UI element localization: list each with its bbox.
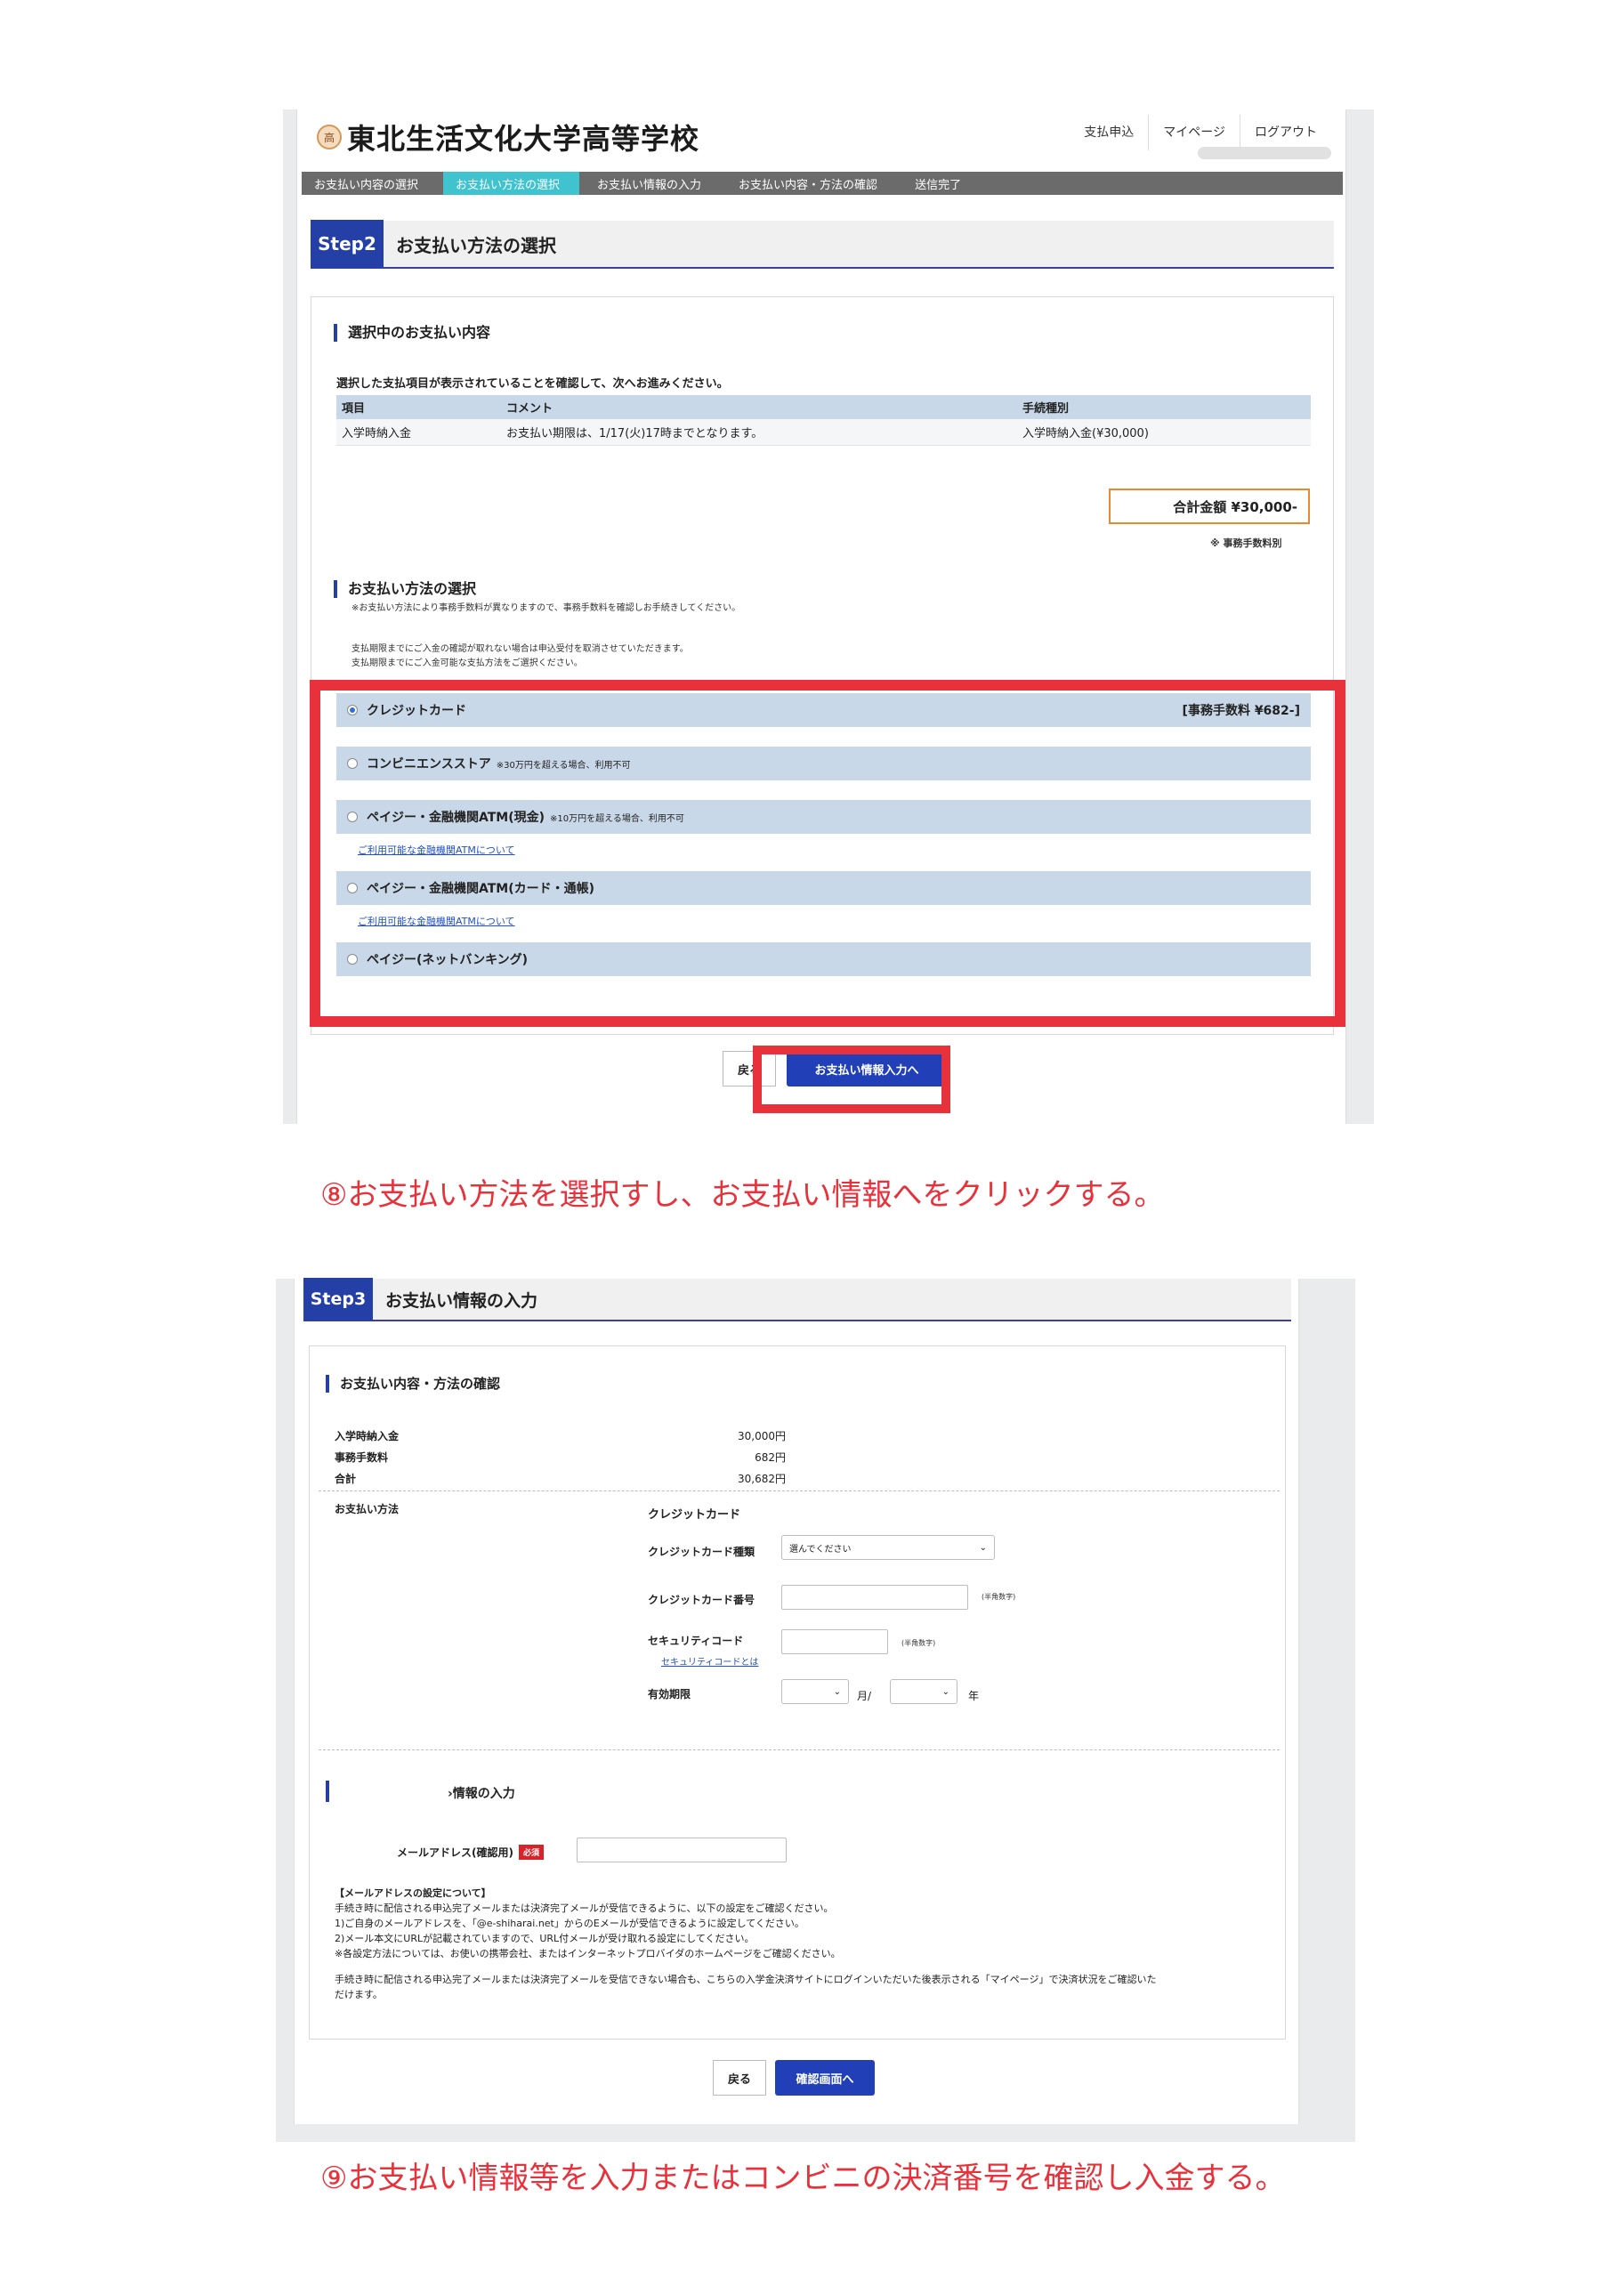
th-item: 項目	[336, 395, 501, 419]
caption-step-9: ⑨お支払い情報等を入力またはコンビニの決済番号を確認し入金する。	[320, 2161, 1286, 2196]
confirm-section-title: お支払い内容・方法の確認	[326, 1375, 500, 1393]
step-header: Step3 お支払い情報の入力	[303, 1278, 1291, 1321]
note-line	[335, 1961, 1278, 1972]
breadcrumb: お支払い内容の選択 お支払い方法の選択 お支払い情報の入力 お支払い内容・方法の…	[302, 172, 1343, 195]
school-logo: 高	[317, 125, 342, 149]
step-title: お支払い情報の入力	[385, 1290, 538, 1311]
method-note-2: 支払期限までにご入金の確認が取れない場合は申込受付を取消させていただきます。	[351, 644, 689, 654]
chevron-down-icon: ⌄	[979, 1542, 987, 1553]
step-badge: Step3	[303, 1278, 373, 1321]
step-title: お支払い方法の選択	[396, 234, 556, 256]
security-code-link[interactable]: セキュリティコードとは	[661, 1654, 758, 1668]
divider	[319, 1490, 1280, 1491]
chevron-down-icon: ⌄	[833, 1686, 841, 1697]
crumb-confirm: お支払い内容・方法の確認	[726, 172, 898, 195]
select-value: 選んでください	[789, 1544, 852, 1555]
chevron-down-icon: ⌄	[941, 1686, 949, 1697]
card-type-label: クレジットカード種類	[648, 1546, 755, 1558]
to-confirm-button[interactable]: 確認画面へ	[775, 2060, 875, 2096]
note-line: 手続き時に配信される申込完了メールまたは決済完了メールを受信できない場合も、こち…	[335, 1974, 1157, 1985]
user-info-blurred	[1198, 147, 1331, 159]
email-label: メールアドレス(確認用)	[397, 1846, 513, 1859]
expiry-year-select[interactable]: ⌄	[890, 1679, 957, 1704]
line-value-3: 30,682円	[738, 1473, 786, 1485]
line-label-3: 合計	[335, 1473, 357, 1485]
nav-mypage[interactable]: マイページ	[1148, 115, 1240, 150]
step-header: Step2 お支払い方法の選択	[311, 220, 1334, 269]
screenshot-step3: Step3 お支払い情報の入力 お支払い内容・方法の確認 入学時納入金 30,0…	[276, 1278, 1355, 2142]
back-button[interactable]: 戻る	[713, 2060, 766, 2096]
security-code-hint: (半角数字)	[901, 1639, 936, 1647]
note-line: 1)ご自身のメールアドレスを、「@e-shiharai.net」からのEメールが…	[335, 1918, 804, 1929]
highlight-payment-methods	[310, 680, 1345, 1027]
selected-items-table: 項目 コメント 手続種別 入学時納入金 お支払い期限は、1/17(火)17時まで…	[336, 395, 1311, 446]
method-value: クレジットカード	[648, 1508, 741, 1522]
th-type: 手続種別	[1017, 395, 1311, 419]
year-unit: 年	[968, 1690, 980, 1702]
step-badge: Step2	[311, 220, 384, 268]
content-box: お支払い内容・方法の確認 入学時納入金 30,000円 事務手数料 682円 合…	[309, 1345, 1286, 2040]
nav-payment-apply[interactable]: 支払申込	[1070, 115, 1148, 150]
crumb-input-info: お支払い情報の入力	[585, 172, 722, 195]
cell-comment: お支払い期限は、1/17(火)17時までとなります。	[501, 419, 1017, 446]
highlight-next-button	[753, 1046, 950, 1113]
total-amount: 合計金額 ¥30,000-	[1109, 489, 1310, 524]
crumb-select-method: お支払い方法の選択	[443, 172, 580, 195]
required-badge: 必須	[518, 1845, 544, 1860]
note-line: だけます。	[335, 1989, 383, 2000]
selected-instruction: 選択した支払項目が表示されていることを確認して、次へお進みください。	[336, 377, 729, 391]
card-number-label: クレジットカード番号	[648, 1594, 755, 1606]
line-value-2: 682円	[755, 1451, 786, 1464]
security-code-input[interactable]	[781, 1629, 888, 1654]
expiry-month-select[interactable]: ⌄	[781, 1679, 849, 1704]
card-type-select[interactable]: 選んでください ⌄	[781, 1535, 995, 1560]
table-row: 入学時納入金 お支払い期限は、1/17(火)17時までとなります。 入学時納入金…	[336, 419, 1311, 446]
info-section-bar	[326, 1781, 329, 1802]
card-number-input[interactable]	[781, 1585, 968, 1610]
method-note-3: 支払期限までにご入金可能な支払方法をご選択ください。	[351, 658, 583, 668]
method-note-1: ※お支払い方法により事務手数料が異なりますので、事務手数料を確認しお手続きしてく…	[351, 603, 741, 613]
screenshot-step2: 高 東北生活文化大学高等学校 支払申込 マイページ ログアウト お支払い内容の選…	[283, 109, 1374, 1124]
site-header: 高 東北生活文化大学高等学校 支払申込 マイページ ログアウト	[317, 115, 1331, 159]
page-panel: Step3 お支払い情報の入力 お支払い内容・方法の確認 入学時納入金 30,0…	[294, 1278, 1299, 2124]
card-number-hint: (半角数字)	[982, 1593, 1016, 1601]
line-value-1: 30,000円	[738, 1430, 786, 1442]
school-name: 東北生活文化大学高等学校	[347, 122, 700, 156]
cell-type: 入学時納入金(¥30,000)	[1017, 419, 1311, 446]
method-label: お支払い方法	[335, 1503, 400, 1515]
email-settings-notes: 【メールアドレスの設定について】 手続き時に配信される申込完了メールまたは決済完…	[335, 1886, 1278, 2002]
note-line: ※各設定方法については、お使いの携帯会社、またはインターネットプロバイダのホーム…	[335, 1948, 841, 1959]
line-label-2: 事務手数料	[335, 1451, 389, 1464]
th-comment: コメント	[501, 395, 1017, 419]
expiry-label: 有効期限	[648, 1688, 691, 1700]
caption-step-8: ⑧お支払い方法を選択すし、お支払い情報へをクリックする。	[320, 1177, 1165, 1213]
email-label-wrap: メールアドレス(確認用) 必須	[397, 1845, 544, 1860]
crumb-select-content: お支払い内容の選択	[302, 172, 439, 195]
fee-note: ※ 事務手数料別	[1210, 537, 1282, 549]
crumb-complete: 送信完了	[902, 172, 982, 195]
cell-item: 入学時納入金	[336, 419, 501, 446]
note-line: 2)メール本文にURLが記載されていますので、URL付メールが受け取れる設定にし…	[335, 1933, 755, 1944]
method-section-title: お支払い方法の選択	[334, 580, 476, 598]
month-unit: 月/	[857, 1690, 872, 1702]
line-label-1: 入学時納入金	[335, 1430, 400, 1442]
selected-section-title: 選択中のお支払い内容	[334, 324, 490, 342]
email-confirm-input[interactable]	[577, 1838, 787, 1862]
divider	[319, 1749, 1280, 1750]
note-line: 【メールアドレスの設定について】	[335, 1887, 491, 1899]
note-line: 手続き時に配信される申込完了メールまたは決済完了メールが受信できるように、以下の…	[335, 1902, 834, 1914]
security-code-label: セキュリティコード	[648, 1635, 744, 1647]
nav-logout[interactable]: ログアウト	[1240, 115, 1331, 150]
info-section-title: ›情報の入力	[448, 1787, 515, 1801]
header-nav: 支払申込 マイページ ログアウト	[1070, 115, 1331, 150]
